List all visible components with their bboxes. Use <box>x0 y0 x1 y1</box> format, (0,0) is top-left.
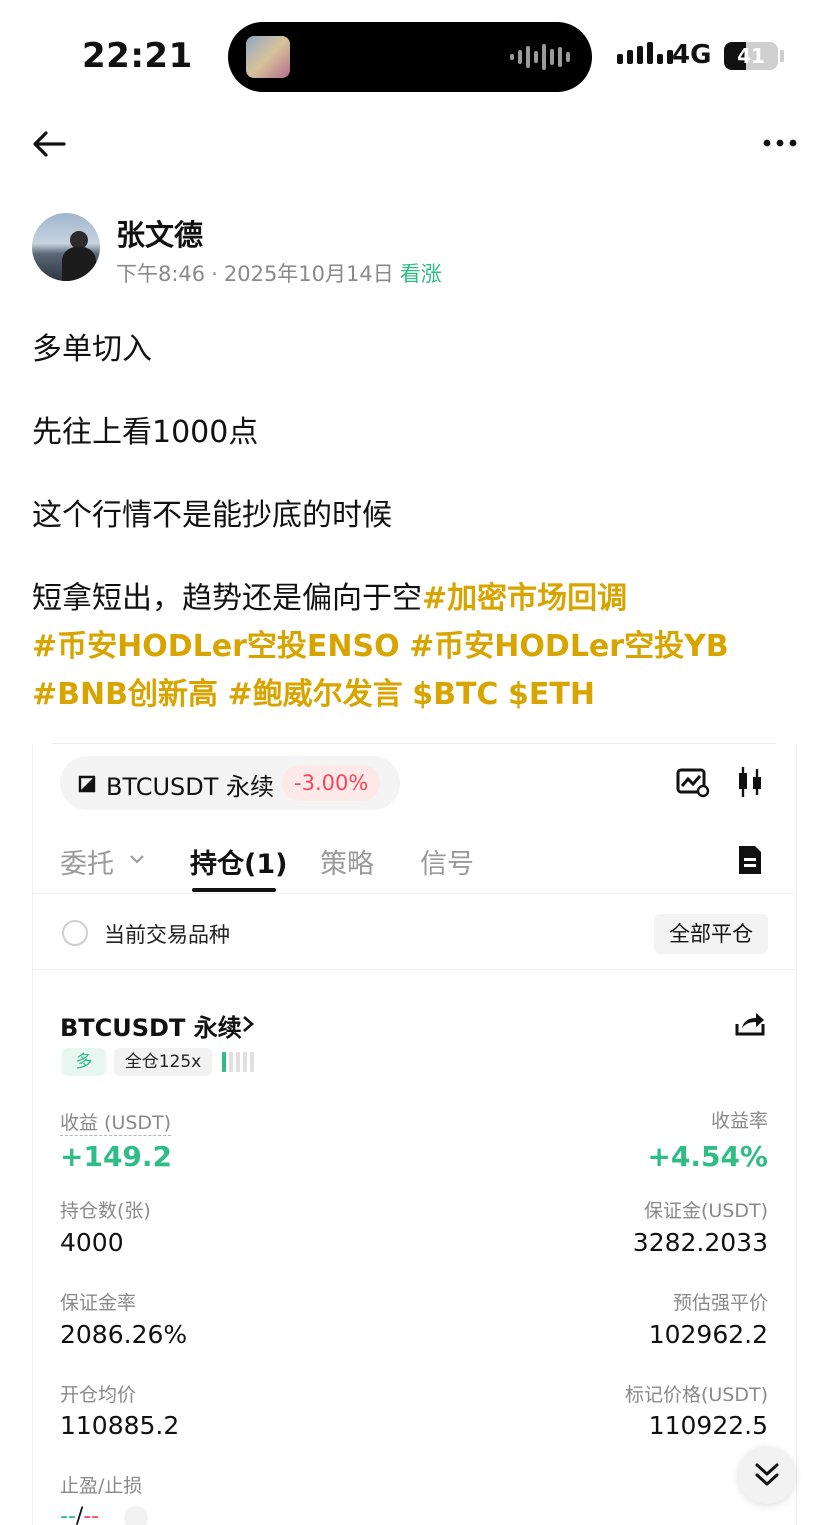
sl-value: -- <box>83 1504 100 1525</box>
post-date: 2025年10月14日 <box>223 262 394 286</box>
hashtag-bnb[interactable]: #BNB创新高 <box>32 677 218 712</box>
tpsl-value[interactable]: --/-- <box>60 1504 99 1525</box>
author-name[interactable]: 张文德 <box>116 212 203 254</box>
pnl-value: +149.2 <box>60 1140 173 1173</box>
position-symbol[interactable]: BTCUSDT 永续 <box>60 1008 242 1043</box>
side-badge: 多 <box>62 1048 106 1076</box>
post-time: 下午8:46 <box>116 262 206 286</box>
sentiment-label: 看涨 <box>399 262 442 286</box>
tpsl-label: 止盈/止损 <box>60 1475 143 1497</box>
tabs-divider <box>33 893 796 894</box>
margin-ratio-label: 保证金率 <box>60 1292 137 1314</box>
liq-price-label: 预估强平价 <box>672 1292 768 1314</box>
chevron-down-icon[interactable] <box>128 850 146 868</box>
leverage-badge[interactable]: 全仓125x <box>114 1048 212 1076</box>
post-line-2: 先往上看1000点 <box>32 415 259 450</box>
scroll-down-button[interactable] <box>738 1446 796 1504</box>
hashtag-binance-enso[interactable]: #币安HODLer空投ENSO <box>32 629 400 664</box>
double-chevron-down-icon <box>755 1463 779 1486</box>
battery-cap <box>780 50 784 62</box>
size-value: 4000 <box>60 1228 124 1257</box>
post-line-1: 多单切入 <box>32 332 152 367</box>
chevron-right-icon[interactable] <box>240 1014 256 1034</box>
post-line-6: #BNB创新高 #鲍威尔发言 $BTC $ETH <box>32 669 595 713</box>
audio-waveform-icon <box>510 42 570 72</box>
margin-ratio-value: 2086.26% <box>60 1320 188 1349</box>
size-label: 持仓数(张) <box>60 1200 151 1222</box>
post-meta: 下午8:46 · 2025年10月14日 看涨 <box>116 258 442 288</box>
pnl-label: 收益 (USDT) <box>60 1108 172 1136</box>
hashtag-powell[interactable]: #鲍威尔发言 <box>228 677 403 712</box>
close-all-button[interactable]: 全部平仓 <box>654 914 768 954</box>
tab-orders[interactable]: 委托 <box>60 842 114 881</box>
candlestick-icon[interactable] <box>737 765 763 799</box>
share-icon[interactable] <box>734 1008 766 1038</box>
margin-value: 3282.2033 <box>632 1228 768 1257</box>
cashtag-eth[interactable]: $ETH <box>508 677 595 712</box>
signal-icon <box>617 42 673 64</box>
status-time: 22:21 <box>82 36 193 76</box>
avatar-body <box>62 247 96 281</box>
current-symbol-label[interactable]: 当前交易品种 <box>104 919 230 949</box>
meta-separator: · <box>211 262 218 286</box>
post-line-5: #币安HODLer空投ENSO #币安HODLer空投YB <box>32 621 729 665</box>
post-line-4-text: 短拿短出，趋势还是偏向于空 <box>32 581 422 616</box>
hashtag-crypto-market[interactable]: #加密市场回调 <box>422 581 627 616</box>
battery-level: 41 <box>737 44 765 68</box>
tab-strategy[interactable]: 策略 <box>320 842 374 881</box>
tab-positions[interactable]: 持仓(1) <box>190 842 287 881</box>
roe-label: 收益率 <box>710 1110 768 1132</box>
margin-label: 保证金(USDT) <box>643 1200 768 1222</box>
mark-price-label: 标记价格(USDT) <box>624 1384 768 1406</box>
post-line-4: 短拿短出，趋势还是偏向于空#加密市场回调 <box>32 573 627 617</box>
avatar[interactable] <box>32 213 100 281</box>
entry-price-label: 开仓均价 <box>60 1384 137 1406</box>
tpsl-chevron-icon[interactable] <box>124 1506 148 1525</box>
roe-value: +4.54% <box>647 1140 768 1173</box>
mark-price-value: 110922.5 <box>648 1411 768 1440</box>
pair-logo-icon <box>78 775 96 793</box>
pair-name[interactable]: BTCUSDT 永续 <box>106 767 274 802</box>
filter-divider <box>33 969 796 970</box>
pair-change-badge: -3.00% <box>282 765 381 801</box>
media-thumbnail <box>246 36 290 78</box>
risk-level-indicator <box>222 1052 254 1072</box>
dynamic-island[interactable] <box>228 22 592 92</box>
entry-price-value: 110885.2 <box>60 1411 180 1440</box>
document-icon[interactable] <box>737 844 763 876</box>
post-line-3: 这个行情不是能抄底的时候 <box>32 498 392 533</box>
status-bar: 22:21 4G 41 <box>0 0 828 110</box>
network-type: 4G <box>672 40 712 70</box>
hashtag-binance-yb[interactable]: #币安HODLer空投YB <box>409 629 729 664</box>
tab-active-indicator <box>192 888 276 892</box>
liq-price-value: 102962.2 <box>648 1320 768 1349</box>
back-arrow-icon[interactable] <box>30 124 70 164</box>
chart-settings-icon[interactable] <box>676 768 710 798</box>
current-symbol-radio[interactable] <box>62 920 88 946</box>
more-icon[interactable] <box>760 128 800 158</box>
cashtag-btc[interactable]: $BTC <box>412 677 498 712</box>
battery-icon: 41 <box>724 42 778 70</box>
tab-signals[interactable]: 信号 <box>420 842 474 881</box>
tp-value: -- <box>60 1504 76 1525</box>
